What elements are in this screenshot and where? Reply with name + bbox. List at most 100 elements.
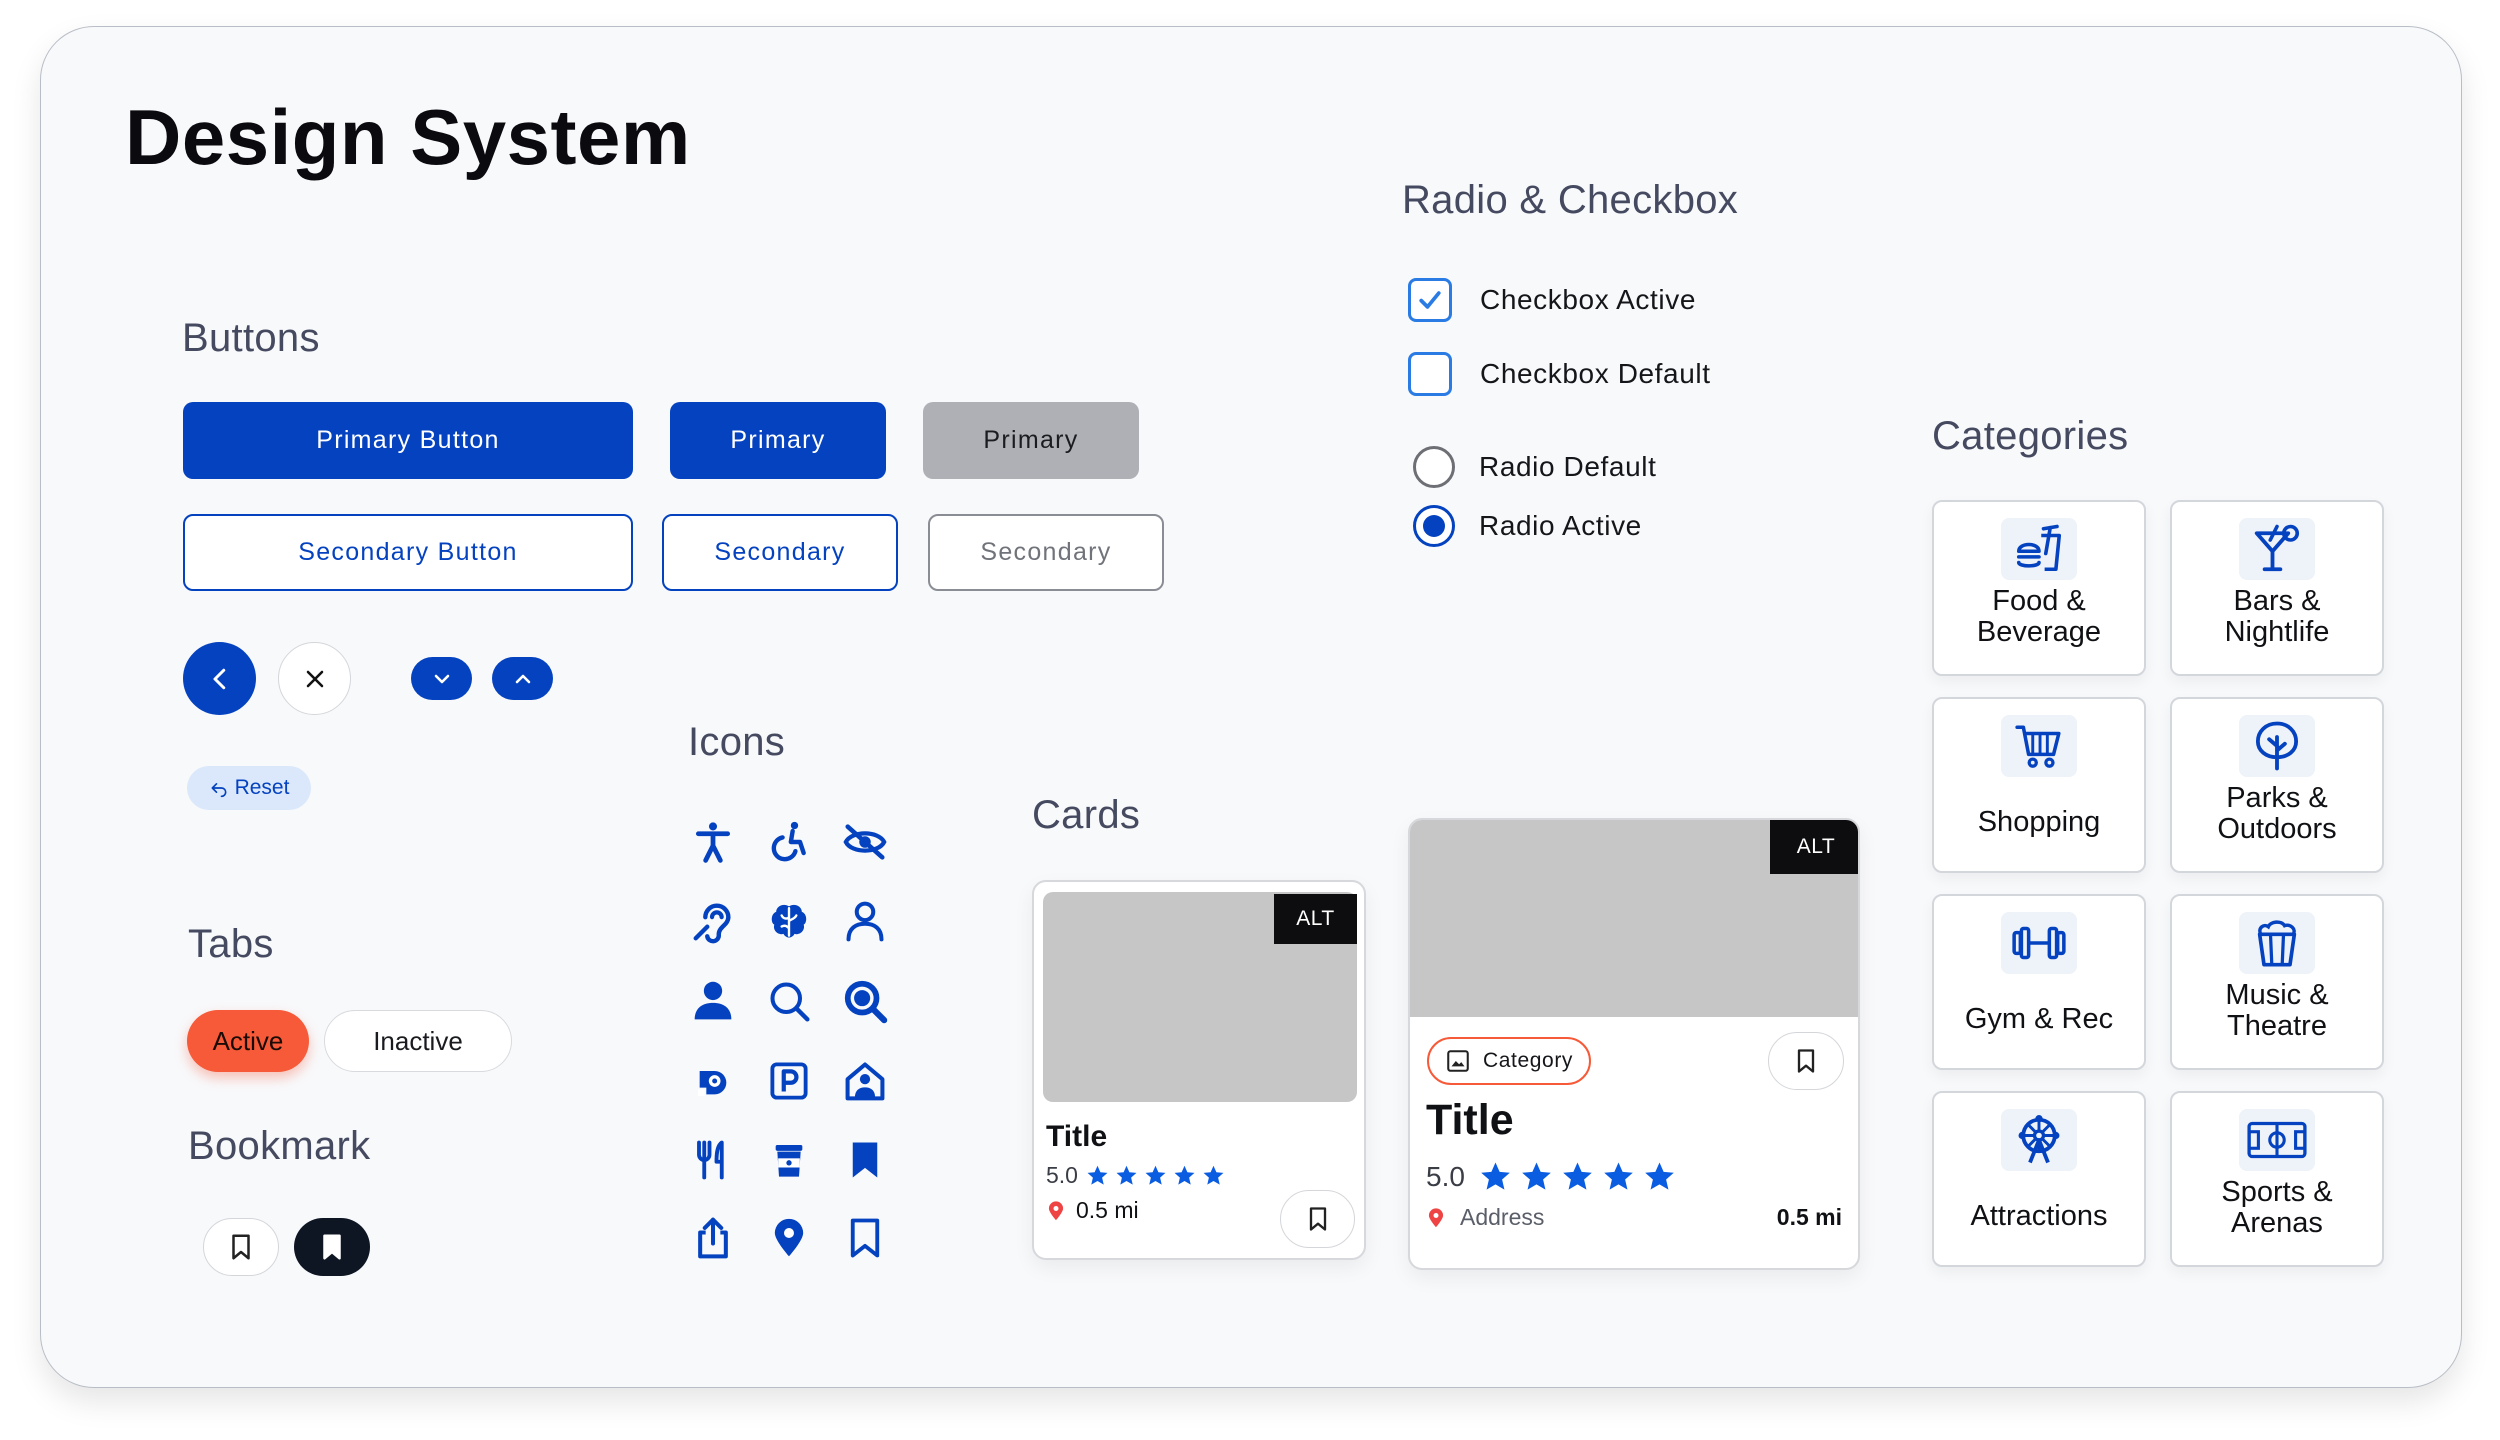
- card-large-stars: [1479, 1160, 1676, 1193]
- category-parks-outdoors[interactable]: Parks & Outdoors: [2170, 697, 2384, 873]
- category-bars-nightlife[interactable]: Bars & Nightlife: [2170, 500, 2384, 676]
- page-title: Design System: [125, 93, 691, 181]
- close-icon: [306, 670, 323, 687]
- radio-checkbox-section-title: Radio & Checkbox: [1402, 178, 1739, 222]
- category-gym-rec[interactable]: Gym & Rec: [1932, 894, 2146, 1070]
- star-icon: [1604, 1162, 1633, 1190]
- category-sports-arenas[interactable]: Sports & Arenas: [2170, 1091, 2384, 1267]
- card-large-address-text: Address: [1460, 1204, 1545, 1230]
- hearing-loop-icon: [685, 1053, 741, 1109]
- reset-label: Reset: [234, 776, 290, 799]
- buttons-section-title: Buttons: [182, 316, 320, 360]
- tab-active[interactable]: Active: [187, 1010, 309, 1072]
- bookmark-toggle-on[interactable]: [294, 1218, 370, 1276]
- card-small-stars: [1086, 1164, 1225, 1187]
- search-icon: [761, 973, 817, 1029]
- radio-default[interactable]: Radio Default: [1413, 446, 1656, 488]
- card-small-distance: 0.5 mi: [1076, 1197, 1139, 1223]
- primary-button-small[interactable]: Primary: [670, 402, 886, 479]
- close-button[interactable]: [278, 642, 351, 715]
- collapse-up-button[interactable]: [492, 657, 553, 700]
- reset-button[interactable]: Reset: [187, 766, 311, 810]
- category-food-beverage[interactable]: Food & Beverage: [1932, 500, 2146, 676]
- primary-button-disabled[interactable]: Primary: [923, 402, 1139, 479]
- person-outline-icon: [837, 893, 893, 949]
- checkbox-default-label: Checkbox Default: [1480, 358, 1711, 389]
- parking-icon: [761, 1053, 817, 1109]
- wheelchair-icon: [761, 814, 817, 870]
- cards-section-title: Cards: [1032, 793, 1141, 837]
- food-icon: [2001, 518, 2077, 580]
- checkbox-default-box[interactable]: [1408, 352, 1452, 396]
- category-gym-rec-label: Gym & Rec: [1964, 1003, 2114, 1035]
- brain-icon: [761, 893, 817, 949]
- checkbox-default[interactable]: Checkbox Default: [1408, 352, 1711, 396]
- card-large[interactable]: ALT Category Title 5.0 Address 0.5 mi: [1408, 818, 1860, 1270]
- card-small-rating-value: 5.0: [1046, 1162, 1078, 1188]
- chevron-down-icon: [434, 674, 449, 683]
- tabs-section-title: Tabs: [188, 922, 274, 966]
- utensils-icon: [685, 1132, 741, 1188]
- cart-icon: [2001, 715, 2077, 777]
- card-large-alt-badge: ALT: [1770, 820, 1858, 874]
- star-icon: [1087, 1165, 1108, 1185]
- category-music-theatre[interactable]: Music & Theatre: [2170, 894, 2384, 1070]
- category-food-beverage-label: Food & Beverage: [1976, 585, 2102, 648]
- search-bold-icon: [837, 973, 893, 1029]
- checkbox-active-box[interactable]: [1408, 278, 1452, 322]
- radio-default-circle[interactable]: [1413, 446, 1455, 488]
- secondary-button-large[interactable]: Secondary Button: [183, 514, 633, 591]
- bookmark-outline-icon: [232, 1234, 250, 1260]
- card-large-rating: 5.0: [1426, 1160, 1676, 1193]
- category-sports-arenas-label: Sports & Arenas: [2221, 1176, 2333, 1239]
- category-music-theatre-label: Music & Theatre: [2225, 979, 2329, 1042]
- share-icon: [685, 1210, 741, 1266]
- hearing-icon: [685, 893, 741, 949]
- card-large-category-chip[interactable]: Category: [1427, 1037, 1592, 1085]
- expand-down-button[interactable]: [411, 657, 472, 700]
- card-large-rating-value: 5.0: [1426, 1160, 1465, 1192]
- checkmark-icon: [1419, 291, 1441, 309]
- dumbbell-icon: [2001, 912, 2077, 974]
- accessibility-icon: [685, 814, 741, 870]
- location-pin-icon: [1048, 1200, 1064, 1220]
- checkbox-active[interactable]: Checkbox Active: [1408, 278, 1696, 322]
- bookmark-toggle-off[interactable]: [203, 1218, 279, 1276]
- card-large-bookmark-button[interactable]: [1768, 1032, 1844, 1090]
- star-icon: [1645, 1162, 1674, 1190]
- location-pin-icon: [1428, 1207, 1444, 1227]
- card-small-bookmark-button[interactable]: [1280, 1190, 1355, 1248]
- card-small-title: Title: [1046, 1120, 1108, 1153]
- star-icon: [1145, 1165, 1166, 1185]
- popcorn-icon: [2239, 912, 2315, 974]
- radio-active-dot: [1423, 515, 1445, 537]
- star-icon: [1481, 1162, 1510, 1190]
- star-icon: [1116, 1165, 1137, 1185]
- category-shopping-label: Shopping: [1977, 806, 2101, 838]
- radio-active-label: Radio Active: [1479, 510, 1642, 541]
- home-person-icon: [837, 1053, 893, 1109]
- radio-active[interactable]: Radio Active: [1413, 505, 1642, 547]
- secondary-button-small[interactable]: Secondary: [662, 514, 898, 591]
- tab-inactive[interactable]: Inactive: [324, 1010, 512, 1072]
- category-parks-outdoors-label: Parks & Outdoors: [2217, 782, 2337, 845]
- eye-off-icon: [837, 814, 893, 870]
- radio-active-circle[interactable]: [1413, 505, 1455, 547]
- back-button[interactable]: [183, 642, 256, 715]
- checkbox-active-label: Checkbox Active: [1480, 284, 1696, 315]
- secondary-button-disabled[interactable]: Secondary: [928, 514, 1164, 591]
- star-icon: [1522, 1162, 1551, 1190]
- primary-button-large[interactable]: Primary Button: [183, 402, 633, 479]
- undo-icon: [211, 783, 227, 798]
- chevron-left-icon: [213, 668, 225, 689]
- card-small[interactable]: ALT Title 5.0 0.5 mi: [1032, 880, 1366, 1260]
- bookmark-outline-icon: [837, 1210, 893, 1266]
- tree-icon: [2239, 715, 2315, 777]
- star-icon: [1203, 1165, 1224, 1185]
- category-shopping[interactable]: Shopping: [1932, 697, 2146, 873]
- card-large-distance: 0.5 mi: [1776, 1204, 1842, 1230]
- bookmark-filled-icon: [323, 1234, 341, 1260]
- bookmark-outline-icon: [1797, 1049, 1815, 1073]
- image-icon: [1447, 1050, 1469, 1072]
- category-attractions[interactable]: Attractions: [1932, 1091, 2146, 1267]
